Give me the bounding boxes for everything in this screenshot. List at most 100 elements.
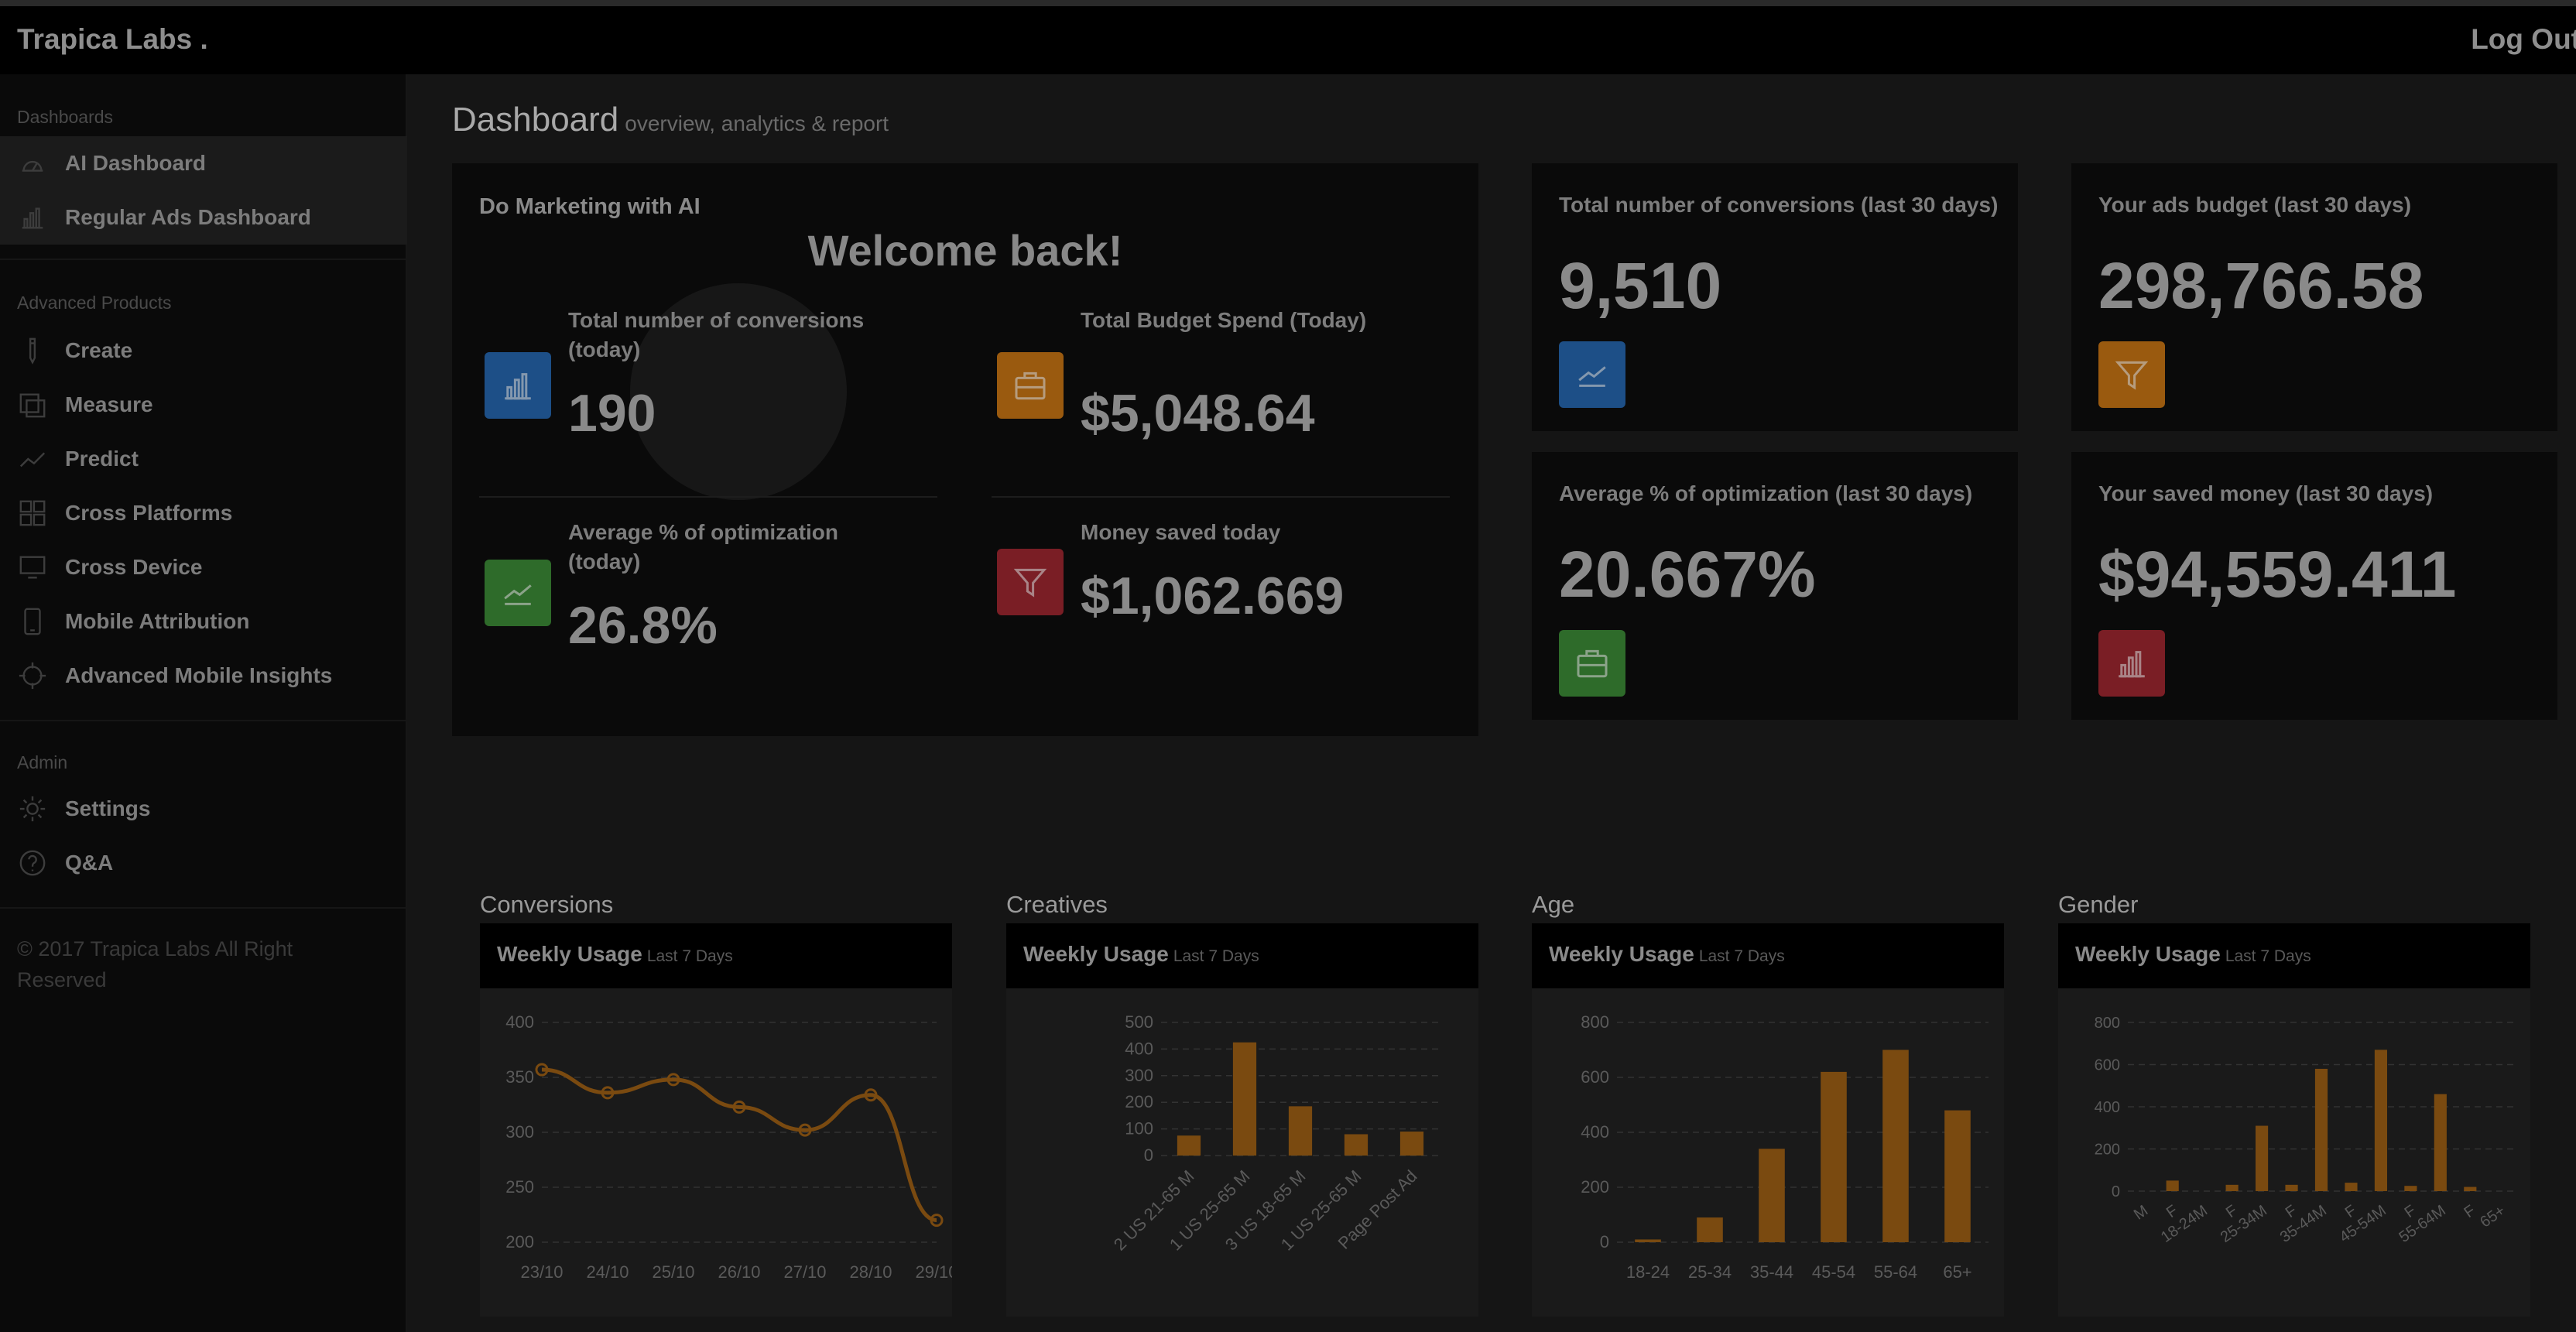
panel-heading-text: Weekly Usage bbox=[1549, 942, 1694, 966]
sidebar-section-advanced-products: Advanced Products bbox=[17, 293, 172, 313]
card-optimization-30d: Average % of optimization (last 30 days)… bbox=[1532, 452, 2018, 720]
stat-value: 26.8% bbox=[568, 596, 718, 655]
trend-up-icon bbox=[1559, 341, 1625, 408]
x-tick-label: 18-24 bbox=[1626, 1262, 1670, 1282]
welcome-small-title: Do Marketing with AI bbox=[479, 194, 701, 219]
sidebar-item-predict[interactable]: Predict bbox=[0, 432, 407, 486]
bar bbox=[1697, 1217, 1723, 1242]
panel-title-creatives: Creatives bbox=[1006, 891, 1108, 918]
bar bbox=[2285, 1184, 2298, 1191]
card-ads-budget-30d: Your ads budget (last 30 days) 298,766.5… bbox=[2071, 163, 2557, 431]
card-conversions-30d: Total number of conversions (last 30 day… bbox=[1532, 163, 2018, 431]
stat-money-saved-today: Money saved today $1,062.669 bbox=[980, 518, 1437, 727]
panel-header: Weekly Usage Last 7 Days bbox=[1006, 923, 1478, 988]
panel-heading: Weekly Usage Last 7 Days bbox=[497, 942, 733, 967]
sidebar-item-cross-platforms[interactable]: Cross Platforms bbox=[0, 486, 407, 540]
sidebar-item-ai-dashboard[interactable]: AI Dashboard bbox=[0, 136, 407, 190]
sidebar-item-label: Cross Device bbox=[65, 555, 203, 579]
y-tick-label: 200 bbox=[505, 1232, 534, 1252]
x-tick-label: F bbox=[2461, 1202, 2479, 1221]
sidebar-divider bbox=[0, 907, 407, 909]
y-tick-label: 800 bbox=[1581, 1012, 1609, 1032]
stat-label: Average % of optimization (today) bbox=[568, 520, 839, 574]
stat-label: Total number of conversions (today) bbox=[568, 308, 865, 361]
bar bbox=[2225, 1184, 2239, 1191]
panel-title-conversions: Conversions bbox=[480, 891, 614, 918]
brand-logo[interactable]: Trapica Labs . bbox=[17, 23, 208, 56]
sidebar-item-label: Create bbox=[65, 338, 133, 362]
bar bbox=[1759, 1149, 1785, 1242]
bar-chart-icon bbox=[485, 352, 551, 419]
card-saved-money-30d: Your saved money (last 30 days) $94,559.… bbox=[2071, 452, 2557, 720]
sidebar-item-measure[interactable]: Measure bbox=[0, 378, 407, 432]
sidebar-item-advanced-mobile-insights[interactable]: Advanced Mobile Insights bbox=[0, 649, 407, 703]
y-tick-label: 600 bbox=[2095, 1057, 2120, 1074]
y-tick-label: 300 bbox=[505, 1122, 534, 1142]
sidebar-item-label: Q&A bbox=[65, 851, 114, 875]
y-tick-label: 200 bbox=[2095, 1142, 2120, 1159]
bar bbox=[1944, 1110, 1971, 1242]
card-value: $94,559.411 bbox=[2098, 538, 2457, 611]
main-content: Dashboard overview, analytics & report Do… bbox=[407, 74, 2576, 1332]
logout-button[interactable]: Log Out bbox=[2471, 23, 2576, 56]
bar bbox=[2166, 1180, 2179, 1191]
y-tick-label: 400 bbox=[1125, 1039, 1153, 1058]
sidebar-item-settings[interactable]: Settings bbox=[0, 782, 407, 836]
panel-gender: Weekly Usage Last 7 Days 0 200 400 600 800 M F 1… bbox=[2058, 923, 2530, 1317]
stat-label: Total Budget Spend (Today) bbox=[1081, 308, 1367, 332]
funnel-icon bbox=[2098, 341, 2165, 408]
x-tick-label: 65+ bbox=[2477, 1202, 2508, 1231]
card-label: Average % of optimization (last 30 days) bbox=[1559, 481, 1973, 505]
card-value: 298,766.58 bbox=[2098, 249, 2424, 322]
panel-age: Weekly Usage Last 7 Days 0 200 400 600 800 18-… bbox=[1532, 923, 2004, 1317]
panel-subheading: Last 7 Days bbox=[1698, 947, 1785, 965]
y-tick-label: 0 bbox=[1600, 1232, 1609, 1252]
card-label: Your saved money (last 30 days) bbox=[2098, 481, 2434, 505]
bar bbox=[2314, 1068, 2328, 1191]
bar bbox=[2464, 1186, 2477, 1191]
page-subtitle: overview, analytics & report bbox=[625, 111, 889, 135]
x-tick-label: M bbox=[2131, 1202, 2151, 1224]
grid-icon bbox=[17, 498, 48, 529]
sidebar-item-qa[interactable]: Q&A bbox=[0, 836, 407, 890]
sidebar-item-label: Regular Ads Dashboard bbox=[65, 205, 311, 229]
sidebar-item-label: AI Dashboard bbox=[65, 151, 207, 175]
panel-heading-text: Weekly Usage bbox=[497, 942, 642, 966]
panel-title-age: Age bbox=[1532, 891, 1575, 918]
stat-conversions-today: Total number of conversions (today) 190 bbox=[468, 306, 924, 515]
sidebar-section-admin: Admin bbox=[17, 752, 68, 772]
sidebar-item-cross-device[interactable]: Cross Device bbox=[0, 540, 407, 594]
sidebar-item-create[interactable]: Create bbox=[0, 324, 407, 378]
x-tick-label: 55-64 bbox=[1874, 1262, 1917, 1282]
briefcase-icon bbox=[997, 352, 1064, 419]
x-tick-label: 24/10 bbox=[586, 1262, 629, 1282]
card-value: 9,510 bbox=[1559, 249, 1722, 322]
sidebar-section-dashboards: Dashboards bbox=[17, 107, 114, 127]
y-tick-label: 100 bbox=[1125, 1119, 1153, 1139]
bar bbox=[2374, 1050, 2387, 1191]
x-tick-label: 45-54 bbox=[1812, 1262, 1855, 1282]
x-tick-label: 27/10 bbox=[783, 1262, 826, 1282]
y-tick-label: 500 bbox=[1125, 1012, 1153, 1032]
sidebar-divider bbox=[0, 259, 407, 260]
sidebar-item-mobile-attribution[interactable]: Mobile Attribution bbox=[0, 594, 407, 649]
stat-budget-spend-today: Total Budget Spend (Today) $5,048.64 bbox=[980, 306, 1437, 515]
sidebar-item-regular-ads-dashboard[interactable]: Regular Ads Dashboard bbox=[0, 190, 407, 245]
panel-header: Weekly Usage Last 7 Days bbox=[480, 923, 952, 988]
bar bbox=[1344, 1134, 1368, 1156]
y-tick-label: 200 bbox=[1125, 1092, 1153, 1111]
x-tick-label: 25-34 bbox=[1688, 1262, 1732, 1282]
x-tick-label: 28/10 bbox=[849, 1262, 892, 1282]
panel-header: Weekly Usage Last 7 Days bbox=[2058, 923, 2530, 988]
ruler-icon bbox=[17, 389, 48, 420]
sidebar-divider bbox=[0, 720, 407, 721]
sidebar-item-label: Advanced Mobile Insights bbox=[65, 663, 333, 687]
x-tick-label: 65+ bbox=[1943, 1262, 1971, 1282]
bar bbox=[1177, 1135, 1201, 1156]
bar bbox=[1882, 1050, 1909, 1242]
crosshair-icon bbox=[17, 660, 48, 691]
page-title: Dashboard overview, analytics & report bbox=[452, 101, 889, 139]
panel-title-gender: Gender bbox=[2058, 891, 2139, 918]
stat-value: $1,062.669 bbox=[1081, 567, 1345, 625]
stat-divider bbox=[479, 496, 937, 498]
